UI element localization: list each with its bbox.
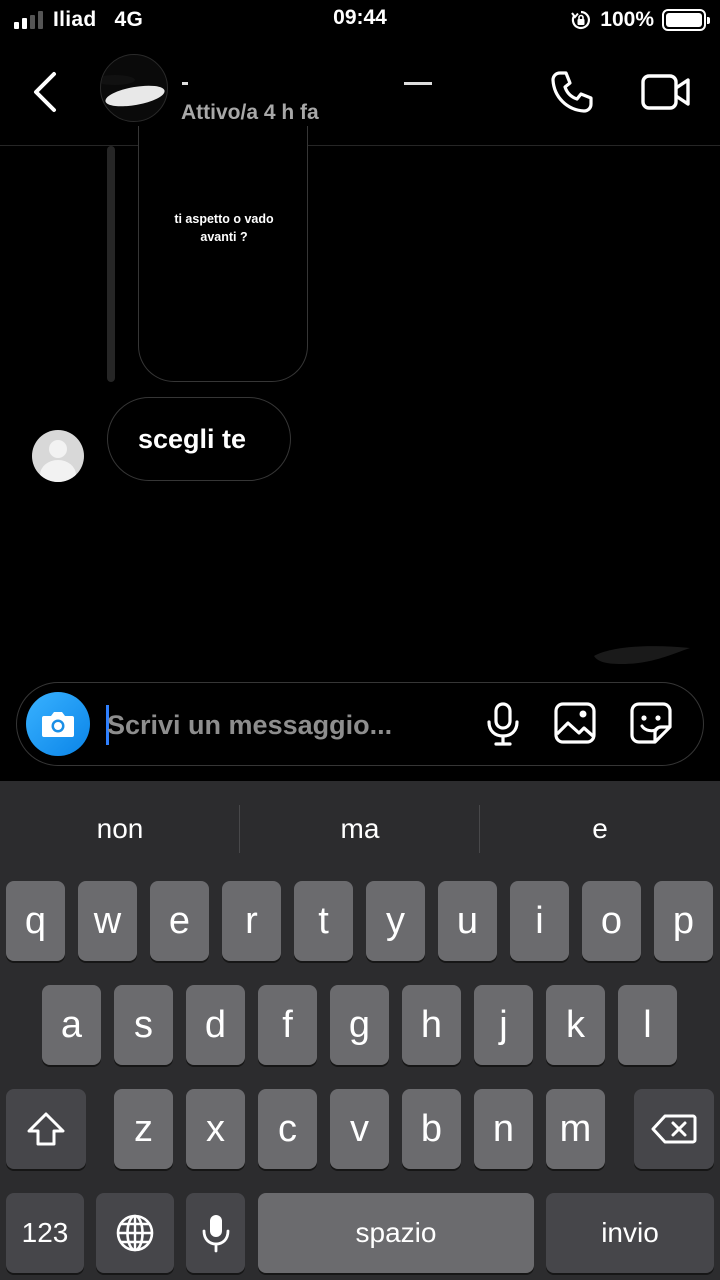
globe-icon [116,1214,154,1252]
back-button[interactable] [26,68,66,116]
space-key[interactable]: spazio [258,1193,534,1273]
key-a[interactable]: a [42,985,101,1065]
key-o[interactable]: o [582,881,641,961]
suggestion-divider [239,805,240,853]
microphone-icon [487,702,519,746]
key-e[interactable]: e [150,881,209,961]
backspace-icon [651,1114,697,1144]
key-r[interactable]: r [222,881,281,961]
sticker-button[interactable] [629,701,673,745]
key-x[interactable]: x [186,1089,245,1169]
message-text: scegli te [138,423,247,454]
shift-icon [27,1112,65,1146]
sticker-icon [630,702,672,744]
suggestion-divider [479,805,480,853]
sender-avatar[interactable] [32,430,84,482]
battery-icon [662,9,710,31]
activity-status: Attivo/a 4 h fa [181,101,319,124]
status-right: 100% [570,6,710,34]
key-c[interactable]: c [258,1089,317,1169]
redacted-seen-avatar [594,646,690,664]
key-m[interactable]: m [546,1089,605,1169]
key-j[interactable]: j [474,985,533,1065]
story-reply-indicator [107,146,115,382]
gallery-button[interactable] [553,701,597,745]
redacted-name [182,82,432,85]
dictation-key[interactable] [186,1193,245,1273]
shift-key[interactable] [6,1089,86,1169]
orientation-lock-icon [571,10,591,30]
globe-key[interactable] [96,1193,174,1273]
backspace-key[interactable] [634,1089,714,1169]
key-u[interactable]: u [438,881,497,961]
key-g[interactable]: g [330,985,389,1065]
camera-button[interactable] [26,692,90,756]
key-z[interactable]: z [114,1089,173,1169]
key-i[interactable]: i [510,881,569,961]
voice-message-button[interactable] [485,701,521,747]
story-reply-text: ti aspetto o vado avanti ? [174,212,274,244]
key-p[interactable]: p [654,881,713,961]
key-v[interactable]: v [330,1089,389,1169]
dictation-mic-icon [202,1215,229,1253]
key-y[interactable]: y [366,881,425,961]
key-l[interactable]: l [618,985,677,1065]
contact-avatar[interactable] [100,54,168,122]
video-camera-icon [641,74,690,110]
message-composer [16,682,704,766]
key-f[interactable]: f [258,985,317,1065]
battery-percent: 100% [600,8,654,31]
key-k[interactable]: k [546,985,605,1065]
message-bubble[interactable]: scegli te [107,397,291,481]
suggestion-1[interactable]: non [1,805,239,853]
key-q[interactable]: q [6,881,65,961]
camera-icon [42,712,74,737]
key-s[interactable]: s [114,985,173,1065]
video-call-button[interactable] [640,72,692,112]
key-w[interactable]: w [78,881,137,961]
key-b[interactable]: b [402,1089,461,1169]
chat-header: Attivo/a 4 h fa [0,40,720,146]
keyboard: non ma e q w e r t y u i o p a s d f g h… [0,781,720,1280]
key-h[interactable]: h [402,985,461,1065]
chevron-left-icon [34,72,56,112]
suggestion-3[interactable]: e [481,805,719,853]
key-d[interactable]: d [186,985,245,1065]
gallery-icon [554,702,596,744]
key-t[interactable]: t [294,881,353,961]
message-input[interactable] [107,703,467,747]
return-key[interactable]: invio [546,1193,714,1273]
status-bar: Iliad 4G 09:44 100% [0,0,720,40]
suggestion-bar: non ma e [0,781,720,877]
story-reply-card[interactable]: ti aspetto o vado avanti ? [138,126,308,382]
numbers-key[interactable]: 123 [6,1193,84,1273]
suggestion-2[interactable]: ma [241,805,479,853]
key-n[interactable]: n [474,1089,533,1169]
phone-icon [551,71,593,113]
audio-call-button[interactable] [548,68,596,116]
